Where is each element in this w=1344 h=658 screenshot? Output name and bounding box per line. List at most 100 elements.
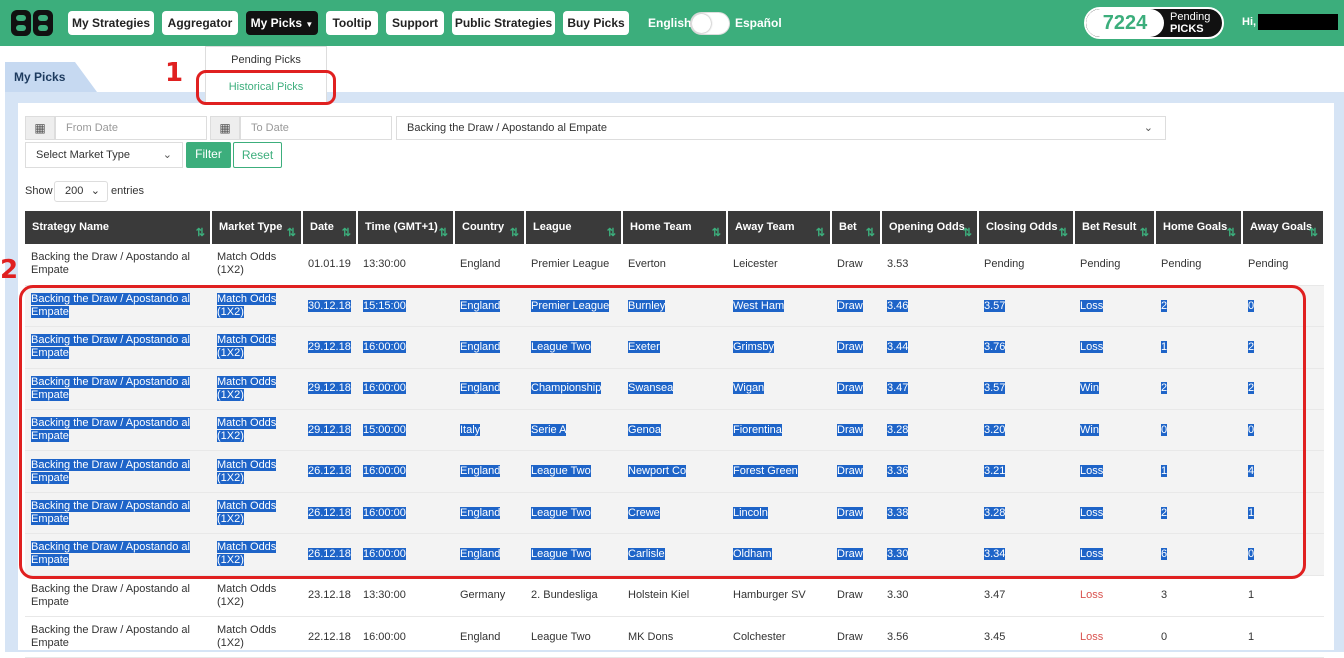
cell-text: Match Odds (1X2) [217,624,277,650]
cell-text: 1 [1248,630,1255,643]
column-header[interactable]: Strategy Name ⇅ [25,211,212,244]
sort-icon[interactable]: ⇅ [439,227,448,240]
table-cell: Draw [831,244,881,286]
cell-text: Premier League [531,257,610,270]
nav-support[interactable]: Support [386,11,444,35]
table-cell: 01.01.19 [302,244,357,286]
column-header[interactable]: League ⇅ [525,211,623,244]
table-row[interactable]: Backing the Draw / Apostando al Empate Ma… [25,575,1324,618]
table-cell: Pending [1155,244,1242,286]
sort-icon[interactable]: ⇅ [510,227,519,240]
cell-text: 23.12.18 [308,589,351,602]
language-toggle[interactable] [690,12,730,35]
cell-text: Match Odds (1X2) [217,251,277,277]
cell-text: 3.47 [984,589,1006,602]
column-header[interactable]: Time (GMT+1) ⇅ [357,211,455,244]
sort-icon[interactable]: ⇅ [1140,227,1149,240]
table-cell: Match Odds (1X2) [211,575,302,618]
nav-my-strategies[interactable]: My Strategies [68,11,154,35]
annotation-box-2 [19,285,1306,579]
column-header-label: Bet [839,221,857,233]
nav-my-picks[interactable]: My Picks ▼ [246,11,318,35]
cell-text: Leicester [733,257,778,270]
column-header[interactable]: Date ⇅ [302,211,358,244]
nav-tooltip[interactable]: Tooltip [326,11,378,35]
market-type-select[interactable]: Select Market Type ⌄ [25,142,183,168]
table-cell: Holstein Kiel [622,575,727,618]
nav-buy-picks[interactable]: Buy Picks [563,11,629,35]
cell-text: MK Dons [628,630,674,643]
lang-english-label: English [648,16,692,30]
tab-my-picks[interactable]: My Picks [5,62,97,92]
sort-icon[interactable]: ⇅ [816,227,825,240]
cell-text: 1 [1248,589,1255,602]
column-header[interactable]: Bet ⇅ [831,211,882,244]
sort-icon[interactable]: ⇅ [342,227,351,240]
strategy-select[interactable]: Backing the Draw / Apostando al Empate ⌄ [396,116,1166,140]
menu-item-pending-picks[interactable]: Pending Picks [206,54,326,66]
table-row[interactable]: Backing the Draw / Apostando al Empate Ma… [25,616,1324,658]
cell-text: 16:00:00 [363,630,406,643]
sort-icon[interactable]: ⇅ [866,227,875,240]
table-cell: 2. Bundesliga [525,575,622,618]
nav-aggregator[interactable]: Aggregator [162,11,238,35]
cell-text: Backing the Draw / Apostando al Empate [31,582,190,608]
column-header[interactable]: Country ⇅ [454,211,526,244]
column-header-label: Home Team [630,221,692,233]
nav-public-strategies[interactable]: Public Strategies [452,11,555,35]
sort-icon[interactable]: ⇅ [712,227,721,240]
logo-icon[interactable] [10,9,56,37]
table-cell: 3.45 [978,616,1074,658]
pending-picks-counter[interactable]: 7224 Pending PICKS [1084,7,1224,39]
cell-text: Draw [837,630,863,643]
calendar-icon[interactable]: ▦ [210,116,240,140]
cell-text: Germany [460,589,506,602]
table-cell: 1 [1242,616,1324,658]
table-cell: England [454,244,525,286]
reset-button[interactable]: Reset [233,142,282,168]
column-header[interactable]: Away Goals ⇅ [1242,211,1325,244]
pending-count: 7224 [1086,9,1164,37]
column-header[interactable]: Closing Odds ⇅ [978,211,1075,244]
chevron-down-icon: ⌄ [90,185,100,197]
column-header[interactable]: Opening Odds ⇅ [881,211,979,244]
table-row[interactable]: Backing the Draw / Apostando al Empate Ma… [25,244,1324,286]
entries-select[interactable]: 200 ⌄ [54,181,108,202]
table-cell: Germany [454,575,525,618]
table-cell: 0 [1155,616,1242,658]
sort-icon[interactable]: ⇅ [287,227,296,240]
table-cell: 13:30:00 [357,244,454,286]
filter-button[interactable]: Filter [186,142,231,168]
entries-label: entries [111,185,145,197]
picks-label: PICKS [1170,23,1204,35]
table-cell: 3 [1155,575,1242,618]
sort-icon[interactable]: ⇅ [963,227,972,240]
table-cell: Everton [622,244,727,286]
column-header[interactable]: Away Team ⇅ [727,211,832,244]
column-header[interactable]: Bet Result ⇅ [1074,211,1156,244]
column-header[interactable]: Home Goals ⇅ [1155,211,1243,244]
calendar-icon[interactable]: ▦ [25,116,55,140]
cell-text: England [460,257,501,270]
sort-icon[interactable]: ⇅ [1059,227,1068,240]
from-date-input[interactable]: From Date [55,116,207,140]
entries-value: 200 [65,185,84,197]
cell-text: Pending [984,257,1025,270]
column-header[interactable]: Market Type ⇅ [211,211,303,244]
sort-icon[interactable]: ⇅ [1227,227,1236,240]
to-date-input[interactable]: To Date [240,116,392,140]
column-header-label: Home Goals [1163,221,1228,233]
annotation-marker-1: 1 [165,58,184,88]
table-cell: 22.12.18 [302,616,357,658]
sort-icon[interactable]: ⇅ [196,227,205,240]
table-cell: 3.56 [881,616,978,658]
cell-text: England [460,630,501,643]
column-header[interactable]: Home Team ⇅ [622,211,728,244]
sort-icon[interactable]: ⇅ [607,227,616,240]
sort-icon[interactable]: ⇅ [1309,227,1318,240]
table-cell: 3.53 [881,244,978,286]
cell-text: Pending [1161,257,1202,270]
column-header-label: Bet Result [1082,221,1137,233]
column-header-label: Strategy Name [32,221,110,233]
table-cell: Backing the Draw / Apostando al Empate [25,616,211,658]
